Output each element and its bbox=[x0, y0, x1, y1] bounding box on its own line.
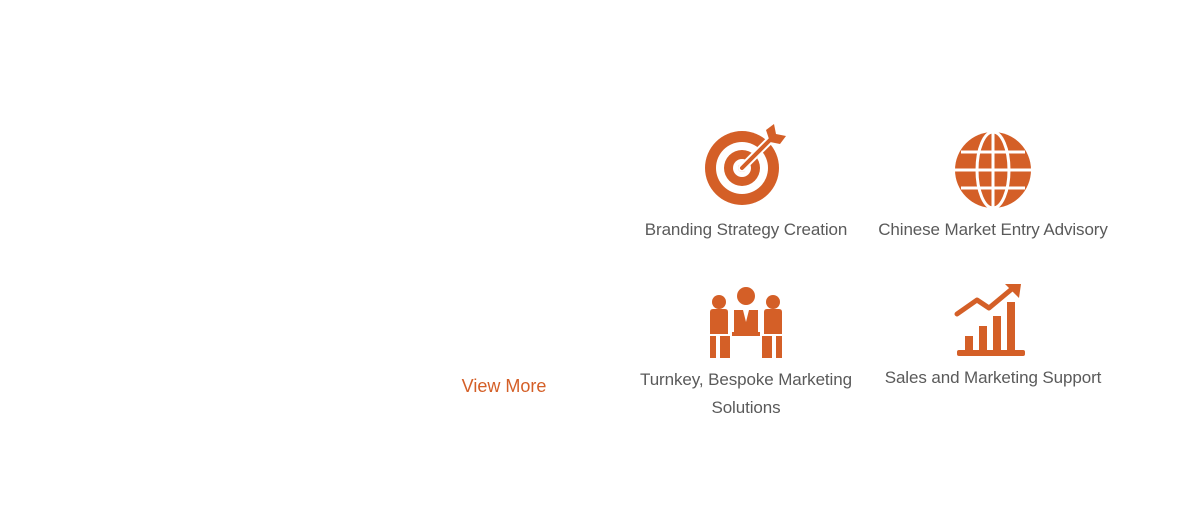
service-label: Branding Strategy Creation bbox=[644, 220, 848, 239]
service-sales-marketing: Sales and Marketing Support bbox=[873, 284, 1113, 392]
service-chinese-market: Chinese Market Entry Advisory bbox=[873, 124, 1113, 244]
service-label: Chinese Market Entry Advisory bbox=[878, 220, 1108, 239]
service-turnkey-marketing: Turnkey, Bespoke Marketing Solutions bbox=[626, 284, 866, 422]
service-label: Sales and Marketing Support bbox=[884, 368, 1102, 387]
service-branding-strategy: Branding Strategy Creation bbox=[626, 124, 866, 244]
growth-chart-icon bbox=[954, 284, 1025, 356]
meeting-people-icon bbox=[710, 287, 782, 358]
service-label: Turnkey, Bespoke Marketing Solutions bbox=[640, 370, 852, 417]
view-more-link[interactable]: View More bbox=[444, 376, 564, 397]
target-arrow-icon bbox=[705, 124, 786, 205]
globe-icon bbox=[955, 130, 1031, 208]
